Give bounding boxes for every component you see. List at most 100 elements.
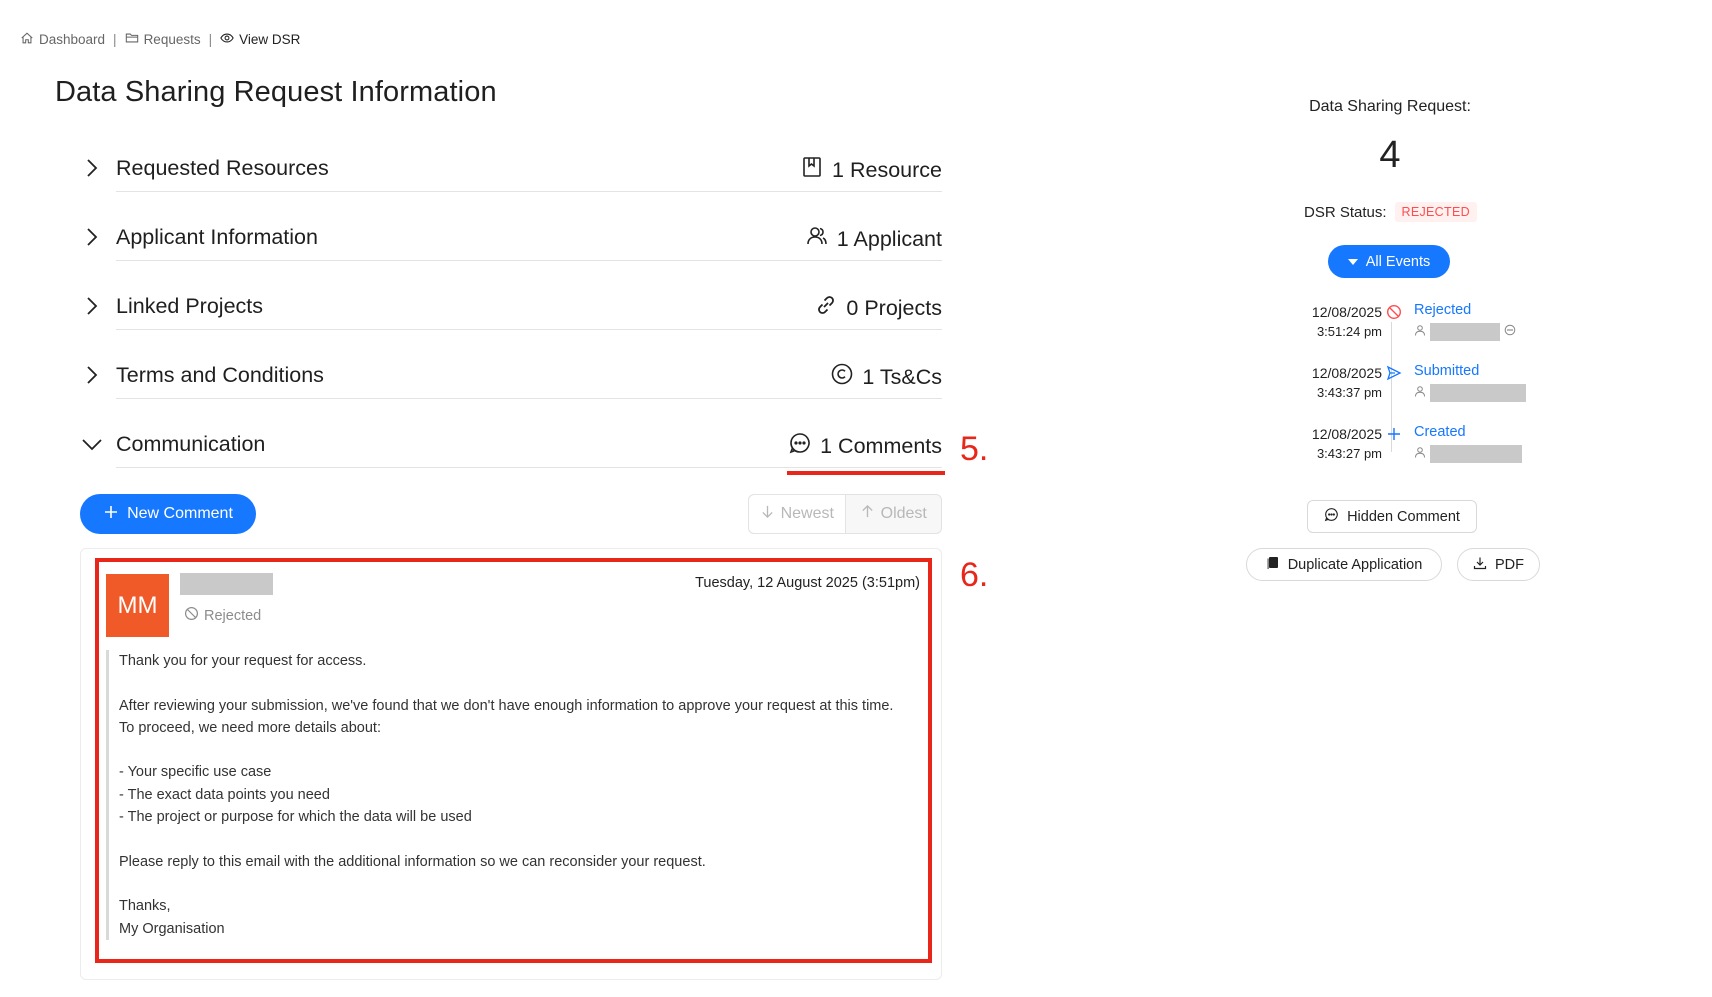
section-count-label: 1 Applicant <box>836 226 942 251</box>
redacted-author-name <box>180 573 273 595</box>
section-requested-resources[interactable]: Requested Resources 1 Resource <box>80 148 942 192</box>
comment-line: After reviewing your submission, we've f… <box>119 697 894 714</box>
comment-line: - The project or purpose for which the d… <box>119 809 472 826</box>
timeline-date-time: 3:43:27 pm <box>1316 446 1382 461</box>
timeline-date: 12/08/2025 3:51:24 pm <box>1312 302 1382 342</box>
section-title: Applicant Information <box>116 225 318 249</box>
redacted-user-name <box>1430 323 1500 341</box>
all-events-label: All Events <box>1365 253 1431 270</box>
caret-down-icon <box>1347 258 1358 265</box>
sort-oldest-label: Oldest <box>880 505 927 522</box>
dsr-status: DSR Status: REJECTED <box>1304 202 1477 222</box>
chevron-right-icon <box>80 225 104 249</box>
chat-icon <box>1324 507 1339 526</box>
breadcrumb-separator: | <box>113 32 117 47</box>
comment-body: Thank you for your request for access. A… <box>106 650 916 940</box>
eye-icon <box>220 31 234 48</box>
timeline-event-link[interactable]: Submitted <box>1414 363 1479 379</box>
arrow-down-icon <box>760 504 775 524</box>
section-count: 1 Ts&Cs <box>830 362 942 392</box>
breadcrumb-label: View DSR <box>239 32 301 47</box>
section-divider <box>116 398 942 399</box>
timeline-item: 12/08/2025 3:43:27 pm Created <box>1290 424 1590 474</box>
all-events-dropdown[interactable]: All Events <box>1328 245 1450 278</box>
comment-status: Rejected <box>184 606 261 625</box>
section-linked-projects[interactable]: Linked Projects 0 Projects <box>80 286 942 330</box>
timeline-date-day: 12/08/2025 <box>1311 365 1382 381</box>
chevron-right-icon <box>80 294 104 318</box>
new-comment-label: New Comment <box>127 505 233 522</box>
plus-icon <box>103 504 119 525</box>
request-number: 4 <box>1379 134 1401 176</box>
folder-icon <box>125 31 139 48</box>
duplicate-application-label: Duplicate Application <box>1287 556 1423 573</box>
breadcrumb-separator: | <box>208 32 213 47</box>
timeline-item: 12/08/2025 3:51:24 pm Rejected <box>1290 302 1590 352</box>
breadcrumb-label: Requests <box>143 32 201 47</box>
section-count-label: 0 Projects <box>846 295 942 320</box>
section-title: Requested Resources <box>116 156 329 180</box>
users-icon <box>805 224 829 254</box>
breadcrumb-label: Dashboard <box>39 32 106 47</box>
plus-icon <box>1386 426 1402 442</box>
comment-status-label: Rejected <box>204 607 262 624</box>
comment-line: - The exact data points you need <box>119 786 330 803</box>
breadcrumb-view-dsr: View DSR <box>220 31 300 48</box>
book-icon <box>800 155 824 185</box>
comment-line: To proceed, we need more details about: <box>119 719 381 736</box>
section-divider <box>116 467 942 468</box>
section-count-label: 1 Comments <box>820 433 942 458</box>
avatar: MM <box>106 574 169 637</box>
section-count: 0 Projects <box>814 293 942 323</box>
redacted-user-name <box>1430 445 1522 463</box>
section-count: 1 Applicant <box>805 224 942 254</box>
comment-line: Thanks, <box>119 898 171 915</box>
duplicate-application-button[interactable]: Duplicate Application <box>1246 548 1442 581</box>
breadcrumb-requests[interactable]: Requests <box>125 31 201 48</box>
arrow-up-icon <box>860 504 875 524</box>
dsr-status-label: DSR Status: <box>1304 203 1387 221</box>
annotation-underline <box>787 471 945 475</box>
sort-oldest-button[interactable]: Oldest <box>846 495 942 533</box>
stop-icon <box>1386 304 1402 320</box>
timeline-user <box>1414 445 1522 463</box>
comment-line: Thank you for your request for access. <box>119 653 367 669</box>
comment-line <box>119 873 916 895</box>
page-title: Data Sharing Request Information <box>55 76 497 108</box>
timeline-event-link[interactable]: Created <box>1414 424 1466 440</box>
section-count: 1 Resource <box>800 155 942 185</box>
breadcrumb-dashboard[interactable]: Dashboard <box>20 31 105 48</box>
link-icon <box>814 293 838 323</box>
sort-newest-label: Newest <box>780 505 834 522</box>
sort-newest-button[interactable]: Newest <box>749 495 846 533</box>
comment-line: - Your specific use case <box>119 764 272 781</box>
section-divider <box>116 191 942 192</box>
section-count-label: 1 Resource <box>832 157 942 182</box>
annotation-number-5: 5. <box>960 430 989 468</box>
section-divider <box>116 329 942 330</box>
timeline-item: 12/08/2025 3:43:37 pm Submitted <box>1290 363 1590 413</box>
comment-line <box>119 739 916 761</box>
annotation-number-6: 6. <box>960 556 989 594</box>
breadcrumb: Dashboard | Requests | View DSR <box>20 31 300 48</box>
timeline-date: 12/08/2025 3:43:27 pm <box>1312 424 1382 464</box>
copyright-icon <box>830 362 854 392</box>
pdf-download-button[interactable]: PDF <box>1457 548 1540 581</box>
chevron-right-icon <box>80 156 104 180</box>
section-terms-and-conditions[interactable]: Terms and Conditions 1 Ts&Cs <box>80 355 942 399</box>
user-icon <box>1414 323 1426 341</box>
section-divider <box>116 260 942 261</box>
request-label: Data Sharing Request: <box>1309 98 1471 115</box>
timeline-event-link[interactable]: Rejected <box>1414 302 1471 318</box>
comment-line: Please reply to this email with the addi… <box>119 853 706 870</box>
section-title: Terms and Conditions <box>116 363 324 387</box>
status-badge: REJECTED <box>1394 202 1477 222</box>
timeline-date-time: 3:43:37 pm <box>1316 385 1382 400</box>
section-communication[interactable]: Communication 1 Comments <box>80 424 942 468</box>
chat-icon <box>788 431 812 461</box>
timeline-date-time: 3:51:24 pm <box>1316 324 1382 339</box>
section-applicant-information[interactable]: Applicant Information 1 Applicant <box>80 217 942 261</box>
new-comment-button[interactable]: New Comment <box>80 494 256 534</box>
pdf-label: PDF <box>1495 556 1524 573</box>
hidden-comment-button[interactable]: Hidden Comment <box>1307 500 1477 533</box>
